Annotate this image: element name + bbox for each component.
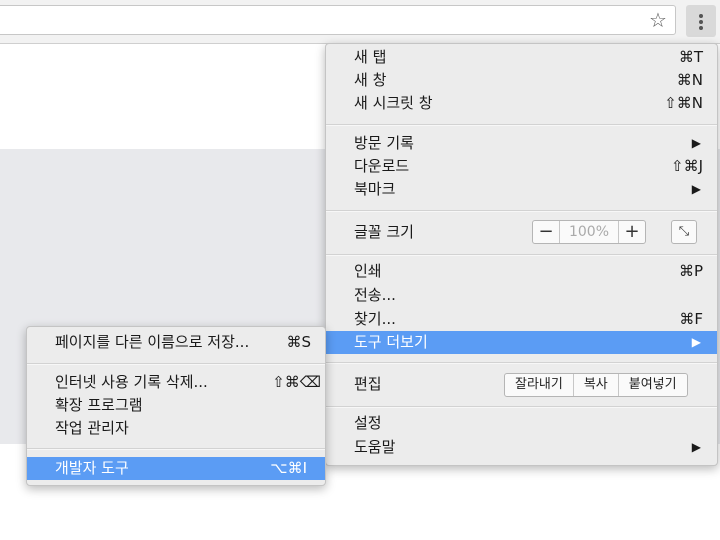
menu-item-zoom: 글꼴 크기	[354, 223, 414, 241]
menu-item-history[interactable]: 방문 기록 ▶	[326, 132, 717, 155]
copy-button[interactable]: 복사	[574, 374, 619, 396]
menu-item-settings[interactable]: 설정	[326, 412, 717, 435]
menu-separator	[326, 254, 717, 256]
chrome-main-menu: 새 탭 ⌘T 새 창 ⌘N 새 시크릿 창 ⇧⌘N 방문 기록 ▶ 다운로드 ⇧…	[325, 43, 718, 466]
cut-button[interactable]: 잘라내기	[505, 374, 574, 396]
menu-separator	[27, 448, 325, 450]
menu-separator	[326, 362, 717, 364]
menu-item-new-incognito[interactable]: 새 시크릿 창 ⇧⌘N	[326, 92, 717, 115]
shortcut: ⌘N	[676, 71, 703, 89]
edit-controls: 잘라내기 복사 붙여넣기	[504, 373, 688, 397]
menu-item-help[interactable]: 도움말 ▶	[326, 436, 717, 459]
shortcut: ⌘F	[679, 310, 703, 328]
menu-item-bookmarks[interactable]: 북마크 ▶	[326, 178, 717, 201]
shortcut: ⇧⌘J	[671, 157, 703, 175]
menu-item-new-window[interactable]: 새 창 ⌘N	[326, 69, 717, 92]
fullscreen-icon[interactable]: ⤡	[671, 220, 697, 244]
shortcut: ⌘S	[286, 333, 311, 351]
menu-dot-icon	[699, 26, 703, 30]
shortcut: ⌥⌘I	[270, 459, 307, 477]
zoom-out-button[interactable]: −	[533, 221, 559, 243]
menu-item-cast[interactable]: 전송...	[326, 284, 717, 307]
submenu-arrow-icon: ▶	[691, 335, 701, 349]
menu-item-clear-browsing-data[interactable]: 인터넷 사용 기록 삭제... ⇧⌘⌫	[27, 371, 325, 394]
chrome-menu-button[interactable]	[686, 5, 716, 37]
menu-item-find[interactable]: 찾기... ⌘F	[326, 308, 717, 331]
shortcut: ⌘P	[678, 262, 703, 280]
menu-item-more-tools[interactable]: 도구 더보기 ▶	[326, 331, 717, 354]
menu-dot-icon	[699, 14, 703, 18]
menu-separator	[326, 210, 717, 212]
menu-item-save-as[interactable]: 페이지를 다른 이름으로 저장... ⌘S	[27, 331, 325, 354]
shortcut: ⌘T	[678, 48, 703, 66]
more-tools-submenu: 페이지를 다른 이름으로 저장... ⌘S 인터넷 사용 기록 삭제... ⇧⌘…	[26, 326, 326, 486]
menu-item-downloads[interactable]: 다운로드 ⇧⌘J	[326, 155, 717, 178]
menu-item-extensions[interactable]: 확장 프로그램	[27, 394, 325, 417]
menu-separator	[326, 406, 717, 408]
shortcut: ⇧⌘⌫	[272, 373, 321, 391]
zoom-in-button[interactable]: +	[619, 221, 645, 243]
menu-separator	[326, 124, 717, 126]
browser-toolbar: ☆	[0, 0, 720, 44]
submenu-arrow-icon: ▶	[691, 440, 701, 454]
zoom-level: 100%	[559, 221, 619, 243]
zoom-controls: − 100% +	[532, 220, 646, 244]
menu-item-print[interactable]: 인쇄 ⌘P	[326, 260, 717, 283]
menu-dot-icon	[699, 20, 703, 24]
menu-item-task-manager[interactable]: 작업 관리자	[27, 417, 325, 440]
bookmark-star-icon[interactable]: ☆	[646, 7, 670, 33]
menu-item-developer-tools[interactable]: 개발자 도구 ⌥⌘I	[27, 457, 325, 480]
shortcut: ⇧⌘N	[664, 94, 703, 112]
submenu-arrow-icon: ▶	[691, 182, 701, 196]
menu-item-new-tab[interactable]: 새 탭 ⌘T	[326, 46, 717, 69]
address-bar[interactable]	[0, 5, 676, 35]
paste-button[interactable]: 붙여넣기	[619, 374, 687, 396]
submenu-arrow-icon: ▶	[691, 136, 701, 150]
menu-separator	[27, 363, 325, 365]
